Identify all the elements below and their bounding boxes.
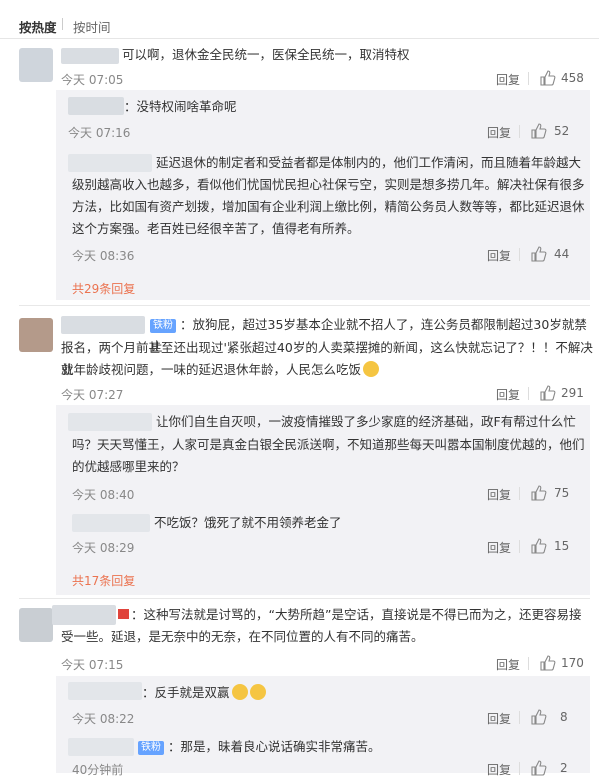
username-redacted[interactable] <box>72 514 150 532</box>
like-count: 15 <box>554 539 570 553</box>
emoji-icon <box>363 361 380 377</box>
reply-text-line: 级别越高收入也越多，看似他们忧国忧民担心社保亏空，实则是想多捞几年。解决社保有很… <box>72 177 585 192</box>
username-redacted[interactable] <box>52 605 116 625</box>
reply-time: 今天 08:22 <box>72 712 135 726</box>
username-redacted[interactable] <box>61 316 145 334</box>
comment-divider <box>19 305 590 306</box>
username-redacted[interactable] <box>68 97 124 115</box>
avatar[interactable] <box>19 318 53 352</box>
like-count: 52 <box>554 124 570 138</box>
like-count: 75 <box>554 486 570 500</box>
comment-text-line: 业年龄歧视问题，一味的延迟退休年龄，人民怎么吃饭 <box>61 359 380 381</box>
action-divider <box>528 72 529 85</box>
thumbs-up-icon[interactable] <box>531 760 547 776</box>
like-count: 44 <box>554 247 570 261</box>
action-divider <box>519 762 520 775</box>
username-redacted[interactable] <box>68 738 134 756</box>
reply-text-line: 这个方案强。老百姓已经很辛苦了，值得老有所养。 <box>72 221 360 236</box>
action-divider <box>519 540 520 553</box>
thumbs-up-icon[interactable] <box>540 385 556 401</box>
reply-time: 今天 08:36 <box>72 249 135 263</box>
crown-icon <box>118 609 129 619</box>
reply-text-line: 让你们自生自灭呗，一波疫情摧毁了多少家庭的经济基础，政F有帮过什么忙 <box>156 414 576 429</box>
comment-text-line: ：这种写法就是讨骂的，“大势所趋”是空话，直接说是不得已而为之，还更容易接 <box>116 604 581 626</box>
username-redacted[interactable] <box>68 154 152 172</box>
comment-text-line: 受一些。延退，是无奈中的无奈，在不同位置的人有不同的痛苦。 <box>61 629 424 644</box>
thumbs-up-icon[interactable] <box>531 709 547 725</box>
reply-button[interactable]: 回复 <box>487 539 511 556</box>
thumbs-up-icon[interactable] <box>531 538 547 554</box>
comment-divider <box>19 598 590 599</box>
reply-time: 今天 08:29 <box>72 541 135 555</box>
action-divider <box>519 711 520 724</box>
like-count: 291 <box>561 386 584 400</box>
fan-badge: 铁粉 <box>138 741 164 755</box>
comment-time: 今天 07:05 <box>61 73 124 87</box>
like-count: 170 <box>561 656 584 670</box>
action-divider <box>528 657 529 670</box>
action-divider <box>519 248 520 261</box>
reply-time: 40分钟前 <box>72 763 124 777</box>
comment-time: 今天 07:27 <box>61 388 124 402</box>
comment-time: 今天 07:15 <box>61 658 124 672</box>
thumbs-up-icon[interactable] <box>540 70 556 86</box>
comment-text: 可以啊，退休金全民统一，医保全民统一，取消特权 <box>122 47 410 62</box>
emoji-icon <box>231 684 248 700</box>
reply-text-line: ：反手就是双赢 <box>142 682 266 704</box>
reply-text-line: 铁粉 ：那是，昧着良心说话确实非常痛苦。 <box>138 736 381 758</box>
reply-button[interactable]: 回复 <box>487 247 511 264</box>
reply-button[interactable]: 回复 <box>487 710 511 727</box>
username-redacted[interactable] <box>68 413 152 431</box>
reply-button[interactable]: 回复 <box>496 656 520 673</box>
reply-text-line: 延迟退休的制定者和受益者都是体制内的，他们工作清闲，而且随着年龄越大 <box>156 155 582 170</box>
action-divider <box>519 125 520 138</box>
reply-text-line: 方法，比如国有资产划拨，增加国有企业利润上缴比例，精简公务员人数等等，都比延迟退… <box>72 199 585 214</box>
thumbs-up-icon[interactable] <box>531 246 547 262</box>
username-redacted[interactable] <box>68 682 142 700</box>
emoji-icon <box>249 684 266 700</box>
reply-button[interactable]: 回复 <box>496 386 520 403</box>
fan-badge: 铁粉 <box>150 319 176 333</box>
reply-button[interactable]: 回复 <box>487 124 511 141</box>
more-replies-link[interactable]: 共29条回复 <box>72 280 135 297</box>
avatar[interactable] <box>19 608 53 642</box>
sort-tabs: 按热度 按时间 <box>0 0 599 39</box>
reply-text-line: 吗？天天骂懂王，人家可是真金白银全民派送啊，不知道那些每天叫嚣本国制度优越的，他… <box>72 437 585 452</box>
like-count: 458 <box>561 71 584 85</box>
reply-time: 今天 08:40 <box>72 488 135 502</box>
avatar[interactable] <box>19 48 53 82</box>
reply-button[interactable]: 回复 <box>487 761 511 778</box>
thumbs-up-icon[interactable] <box>540 655 556 671</box>
action-divider <box>519 487 520 500</box>
reply-text-line: 的优越感哪里来的？ <box>72 459 185 474</box>
action-divider <box>528 387 529 400</box>
reply-text: ：没特权闹啥革命呢 <box>124 99 237 114</box>
like-count: 8 <box>560 710 568 724</box>
tab-sort-time[interactable]: 按时间 <box>73 17 111 36</box>
comment-text-segment: ：这种写法就是讨骂的，“大势所趋”是空话，直接说是不得已而为之，还更容易接 <box>131 607 582 622</box>
username-redacted[interactable] <box>61 48 119 64</box>
reply-text-segment: ：反手就是双赢 <box>142 685 230 700</box>
comment-text-segment: 业年龄歧视问题，一味的延迟退休年龄，人民怎么吃饭 <box>61 362 362 377</box>
reply-button[interactable]: 回复 <box>496 71 520 88</box>
thumbs-up-icon[interactable] <box>531 123 547 139</box>
reply-time: 今天 07:16 <box>68 126 131 140</box>
more-replies-link[interactable]: 共17条回复 <box>72 572 135 589</box>
reply-text-segment: ：那是，昧着良心说话确实非常痛苦。 <box>168 739 381 754</box>
thumbs-up-icon[interactable] <box>531 485 547 501</box>
tab-divider <box>62 18 63 30</box>
reply-button[interactable]: 回复 <box>487 486 511 503</box>
tab-sort-hot[interactable]: 按热度 <box>19 17 57 36</box>
reply-text: 不吃饭？饿死了就不用领养老金了 <box>154 515 342 530</box>
